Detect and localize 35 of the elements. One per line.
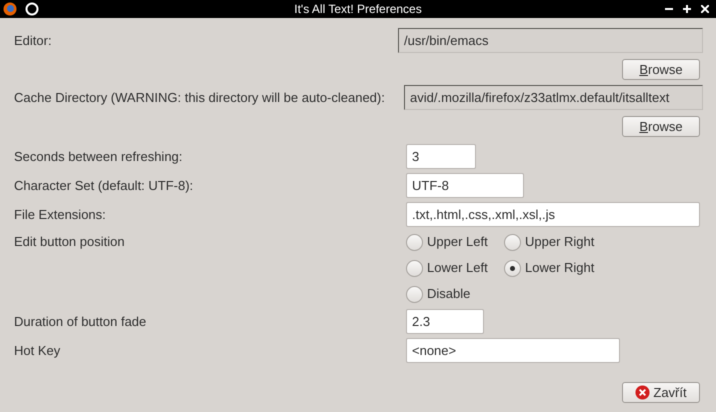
text-field[interactable]: avid/.mozilla/firefox/z33atlmx.default/itsalltext [404,85,703,110]
radio-option[interactable]: Lower Left [406,255,504,281]
radio-button[interactable] [406,286,423,302]
window-title: It's All Text! Preferences [294,1,422,18]
setting-label: Character Set (default: UTF-8): [14,176,194,195]
globe-icon [3,2,17,16]
minimize-icon[interactable] [665,5,673,13]
browse-button[interactable]: Browse [622,116,700,137]
browse-button[interactable]: Browse [622,59,700,80]
radio-option[interactable]: Lower Right [504,255,602,281]
close-icon[interactable] [701,5,709,13]
error-icon [635,385,650,400]
text-field[interactable]: 3 [406,144,476,169]
text-field[interactable]: UTF-8 [406,173,524,198]
radio-button[interactable] [406,234,423,250]
radio-button[interactable] [504,234,521,250]
setting-label: File Extensions: [14,206,106,224]
setting-label: Editor: [14,32,52,50]
text-field[interactable]: .txt,.html,.css,.xml,.xsl,.js [406,202,700,227]
text-field[interactable]: /usr/bin/emacs [398,28,703,53]
circle-icon [25,2,39,16]
setting-label: Seconds between refreshing: [14,148,182,166]
maximize-icon[interactable] [683,5,691,13]
setting-label: Hot Key [14,342,60,360]
radio-option[interactable]: Upper Right [504,229,602,255]
radio-button[interactable] [504,260,521,276]
setting-label: Duration of button fade [14,312,146,331]
radio-option[interactable]: Disable [406,281,504,307]
setting-label: Edit button position [14,233,125,252]
radio-option[interactable]: Upper Left [406,229,504,255]
close-button[interactable]: Zavřít [622,382,700,403]
radio-button[interactable] [406,260,423,276]
text-field[interactable]: <none> [406,338,620,363]
setting-label: Cache Directory (WARNING: this directory will be auto-cleaned): [14,89,385,108]
text-field[interactable]: 2.3 [406,309,484,334]
